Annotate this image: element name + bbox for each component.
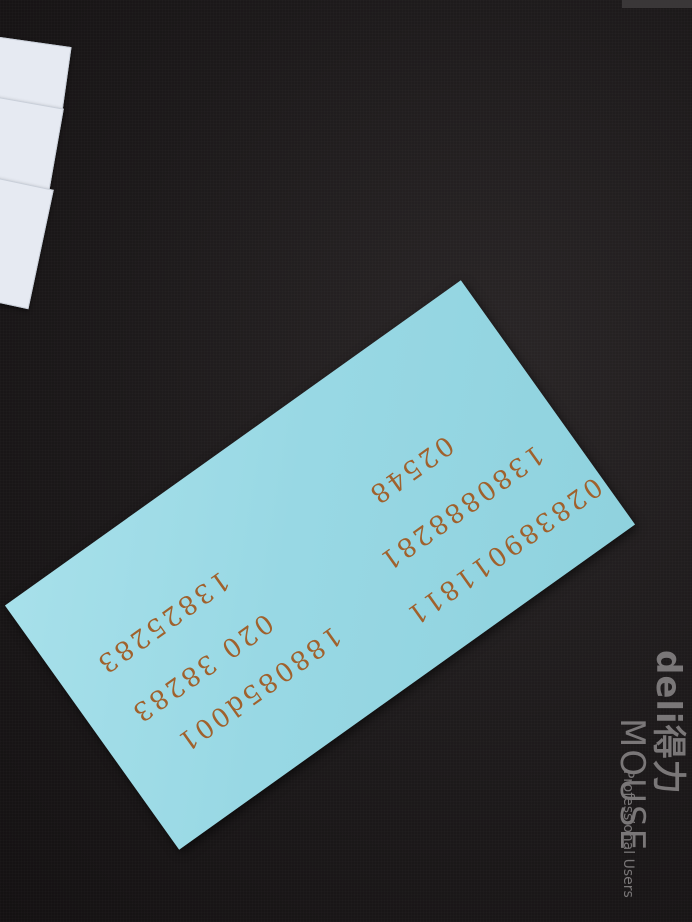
mousepad-brand: deli得力 MOUSE Professional Users	[560, 640, 692, 920]
paper-sheet	[0, 172, 54, 310]
scene: 188085d001 020 38283 13825283 0283890118…	[0, 0, 692, 922]
paper-sheet	[0, 92, 64, 195]
note-line-right-3: 02548	[361, 429, 459, 511]
brand-logo: deli得力	[648, 650, 688, 795]
brand-subtitle: Professional Users	[620, 770, 636, 898]
desk-edge	[622, 0, 692, 8]
paper-stack	[0, 33, 72, 310]
